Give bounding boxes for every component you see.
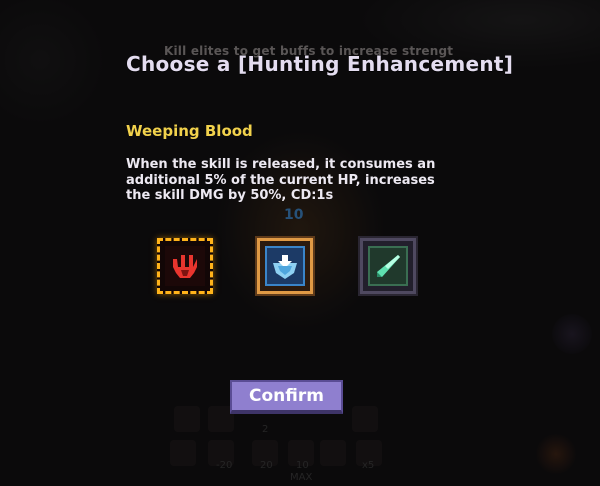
option-weeping-blood[interactable] [157, 238, 213, 294]
confirm-button[interactable]: Confirm [230, 380, 343, 414]
green-blade-icon [368, 246, 408, 286]
blue-shield-icon [265, 246, 305, 286]
enhancement-name: Weeping Blood [126, 122, 253, 140]
dialog-title: Choose a [Hunting Enhancement] [126, 52, 514, 76]
weeping-blood-icon [165, 246, 205, 286]
option-blue-shield[interactable] [255, 236, 315, 296]
background-number: 10 [284, 207, 304, 223]
option-green-blade[interactable] [358, 236, 418, 296]
enhancement-description: When the skill is released, it consumes … [126, 157, 436, 203]
